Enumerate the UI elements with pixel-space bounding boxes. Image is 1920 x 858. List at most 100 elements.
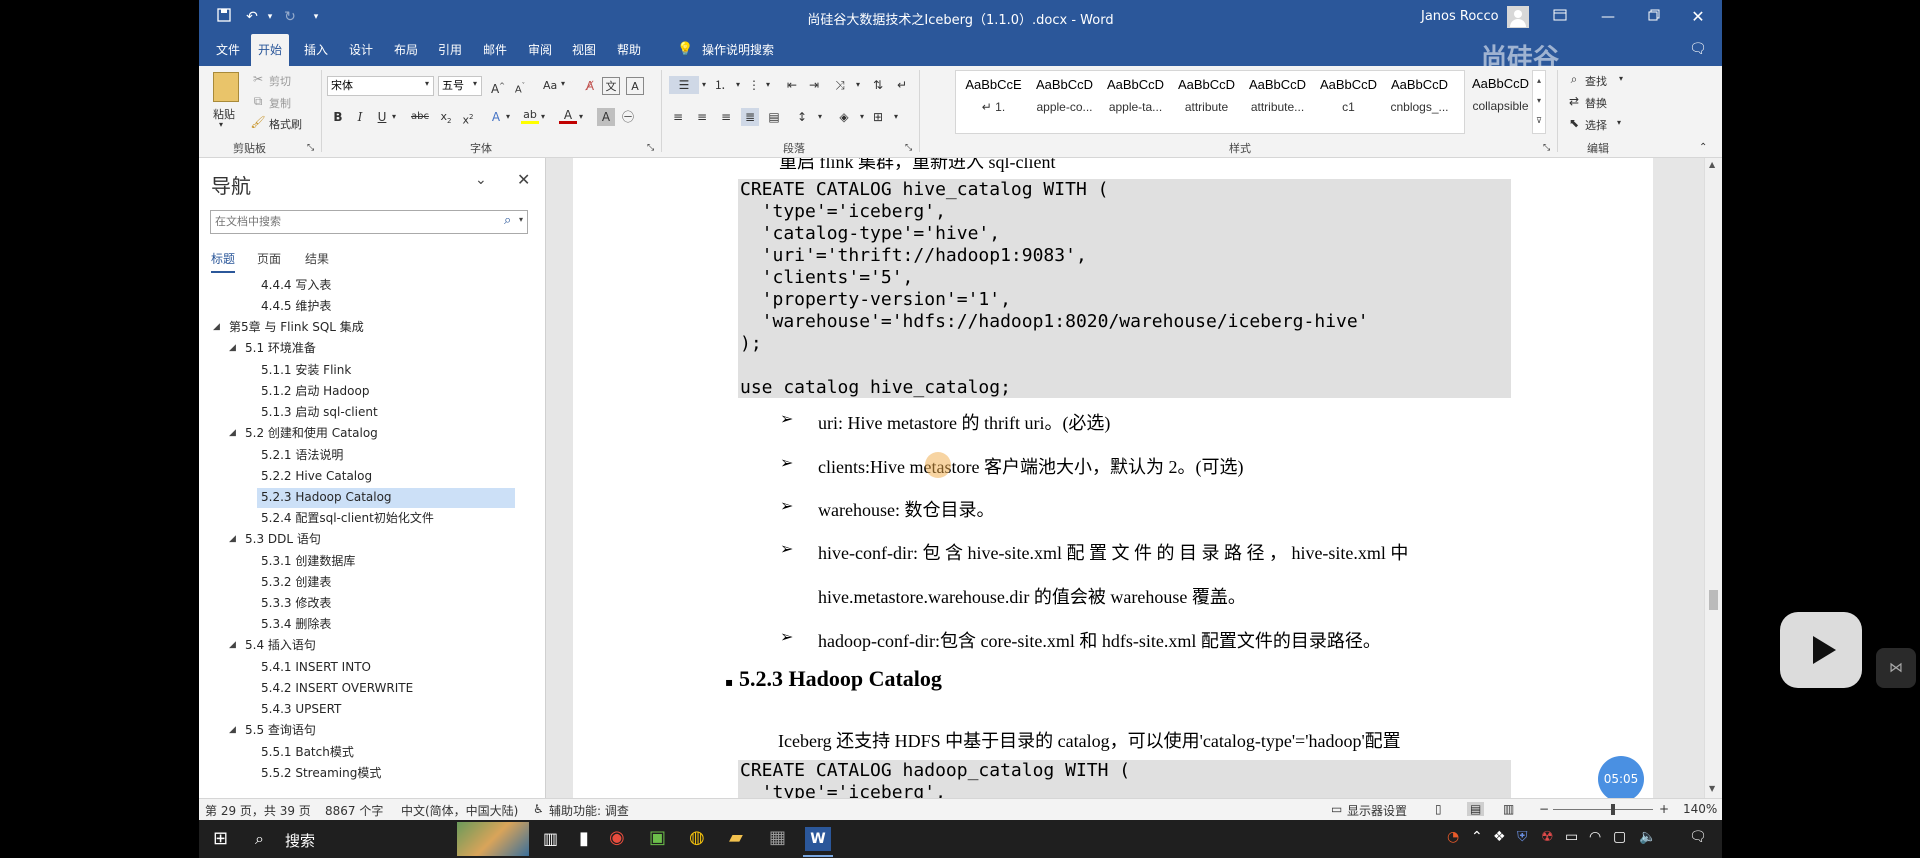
nav-item[interactable]: 5.5.1 Batch模式 [261, 742, 354, 763]
app-icon-gray[interactable]: ▦ [769, 827, 786, 848]
tray-wifi-icon[interactable]: ◠ [1589, 829, 1601, 845]
nav-item[interactable]: 4.4.5 维护表 [261, 296, 331, 317]
phonetic-guide-icon[interactable]: 文 [602, 77, 620, 95]
grow-font-icon[interactable]: A^ [489, 77, 507, 96]
nav-item[interactable]: 5.5.2 Streaming模式 [261, 763, 381, 784]
font-color-dropdown-icon[interactable]: ▾ [579, 112, 583, 121]
style-item[interactable]: AaBbCcD apple-co... [1029, 71, 1100, 125]
sort-icon[interactable]: ⇅ [869, 76, 887, 94]
style-item[interactable]: AaBbCcD attribute [1171, 71, 1242, 125]
change-case-dropdown-icon[interactable]: ▾ [561, 79, 565, 88]
character-shading-icon[interactable]: A [597, 108, 615, 126]
replace-icon[interactable]: ⇄ [1565, 92, 1583, 110]
paste-button[interactable]: 粘贴 [213, 106, 235, 122]
restore-icon[interactable] [1645, 8, 1663, 26]
paste-dropdown-icon[interactable]: ▾ [219, 120, 223, 129]
danmaku-toggle-icon[interactable]: ⋈ [1876, 648, 1916, 688]
font-name-dropdown-icon[interactable]: ▾ [425, 79, 429, 88]
select-icon[interactable]: ⬉ [1565, 114, 1583, 132]
find-dropdown-icon[interactable]: ▾ [1619, 74, 1623, 83]
nav-item-selected[interactable]: 5.2.3 Hadoop Catalog [261, 487, 392, 508]
underline-dropdown-icon[interactable]: ▾ [392, 112, 396, 121]
tab-view[interactable]: 视图 [565, 34, 603, 66]
print-layout-icon[interactable]: ▤ [1467, 802, 1485, 816]
find-button[interactable]: 查找 [1585, 73, 1607, 89]
nav-item[interactable]: 5.4.1 INSERT INTO [261, 657, 371, 678]
align-right-icon[interactable]: ≡ [717, 108, 735, 126]
nav-item[interactable]: 5.1.2 启动 Hadoop [261, 381, 369, 402]
page-count[interactable]: 第 29 页，共 39 页 [205, 802, 311, 819]
styles-launcher-icon[interactable]: ⤡ [1543, 143, 1550, 153]
accessibility-icon[interactable]: ♿ [533, 802, 544, 816]
notification-icon[interactable]: 🗨 [1689, 829, 1707, 845]
superscript-icon[interactable]: x2 [459, 108, 477, 127]
collapse-icon[interactable]: ◢ [213, 322, 220, 332]
nav-item[interactable]: 5.3.1 创建数据库 [261, 551, 355, 572]
nav-item[interactable]: 5.1.1 安装 Flink [261, 360, 351, 381]
font-launcher-icon[interactable]: ⤡ [647, 143, 654, 153]
style-item[interactable]: AaBbCcD apple-ta... [1100, 71, 1171, 125]
multilevel-dropdown-icon[interactable]: ▾ [759, 76, 777, 94]
nav-item[interactable]: 5.4 插入语句 [245, 635, 316, 656]
collapse-icon[interactable]: ◢ [229, 534, 236, 544]
close-icon[interactable]: ✕ [1689, 8, 1707, 26]
distributed-icon[interactable]: ▤ [765, 108, 783, 126]
comments-icon[interactable]: 🗨 [1689, 41, 1707, 57]
nav-item[interactable]: 5.2 创建和使用 Catalog [245, 423, 378, 444]
select-dropdown-icon[interactable]: ▾ [1617, 118, 1621, 127]
tray-app-icon[interactable]: ◔ [1447, 829, 1459, 845]
tell-me-search[interactable]: 操作说明搜索 [695, 34, 781, 66]
line-spacing-dropdown-icon[interactable]: ▾ [811, 108, 829, 126]
taskbar-search[interactable]: 搜索 [285, 830, 315, 851]
vertical-scrollbar[interactable]: ▲ ▼ [1704, 158, 1722, 798]
tab-mailings[interactable]: 邮件 [476, 34, 514, 66]
accessibility-status[interactable]: 辅助功能: 调查 [549, 802, 629, 819]
decrease-indent-icon[interactable]: ⇤ [783, 76, 801, 94]
format-painter-button[interactable]: 格式刷 [269, 116, 302, 132]
highlight-dropdown-icon[interactable]: ▾ [541, 112, 545, 121]
file-explorer-pane-icon[interactable]: ▮ [579, 828, 589, 849]
search-icon[interactable]: ⌕ [504, 213, 511, 228]
copy-button[interactable]: 复制 [269, 95, 291, 111]
app-icon-green[interactable]: ▣ [649, 827, 666, 848]
align-center-icon[interactable]: ≡ [693, 108, 711, 126]
zoom-out-icon[interactable]: − [1539, 802, 1549, 816]
enclose-characters-icon[interactable]: A [626, 77, 644, 95]
line-spacing-icon[interactable]: ↕ [793, 108, 811, 126]
paste-icon[interactable] [213, 72, 239, 102]
tab-design[interactable]: 设计 [342, 34, 380, 66]
style-item[interactable]: AaBbCcD collapsible [1465, 70, 1539, 134]
borders-dropdown-icon[interactable]: ▾ [887, 108, 905, 126]
numbering-icon[interactable]: ⒈ [711, 76, 729, 94]
increase-indent-icon[interactable]: ⇥ [805, 76, 823, 94]
avatar[interactable] [1507, 6, 1529, 28]
font-name-select[interactable]: 宋体 [327, 76, 434, 96]
task-view-icon[interactable]: ▥ [543, 829, 558, 848]
highlight-icon[interactable]: ab [521, 106, 539, 124]
style-item[interactable]: AaBbCcD attribute... [1242, 71, 1313, 125]
nav-item[interactable]: 5.5 查询语句 [245, 720, 316, 741]
web-layout-icon[interactable]: ▥ [1503, 802, 1514, 816]
display-settings-icon[interactable]: ▭ [1331, 802, 1342, 816]
clear-formatting-icon[interactable]: A̸ [581, 77, 599, 95]
tab-insert[interactable]: 插入 [297, 34, 335, 66]
chrome-icon[interactable]: ◍ [689, 827, 705, 848]
video-play-icon[interactable] [1780, 612, 1862, 688]
strikethrough-icon[interactable]: abc [411, 108, 429, 126]
paragraph-launcher-icon[interactable]: ⤡ [905, 143, 912, 153]
scroll-up-icon[interactable]: ▲ [1709, 160, 1715, 169]
display-settings[interactable]: 显示器设置 [1347, 802, 1407, 819]
copy-icon[interactable]: ⧉ [249, 92, 267, 110]
nav-item[interactable]: 5.3 DDL 语句 [245, 529, 321, 550]
tray-network-app-icon[interactable]: ☢ [1541, 829, 1554, 845]
nav-options-icon[interactable]: ⌄ [475, 172, 487, 188]
nav-tab-results[interactable]: 结果 [305, 250, 329, 267]
collapse-icon[interactable]: ◢ [229, 640, 236, 650]
show-marks-icon[interactable]: ↵ [893, 76, 911, 94]
tab-review[interactable]: 审阅 [521, 34, 559, 66]
zoom-slider[interactable] [1553, 809, 1653, 810]
clipboard-launcher-icon[interactable]: ⤡ [307, 143, 314, 153]
document-page[interactable]: 重启 flink 集群，重新进入 sql-client CREATE CATAL… [573, 158, 1653, 798]
nav-item[interactable]: 5.1 环境准备 [245, 338, 316, 359]
underline-icon[interactable]: U [373, 108, 391, 126]
